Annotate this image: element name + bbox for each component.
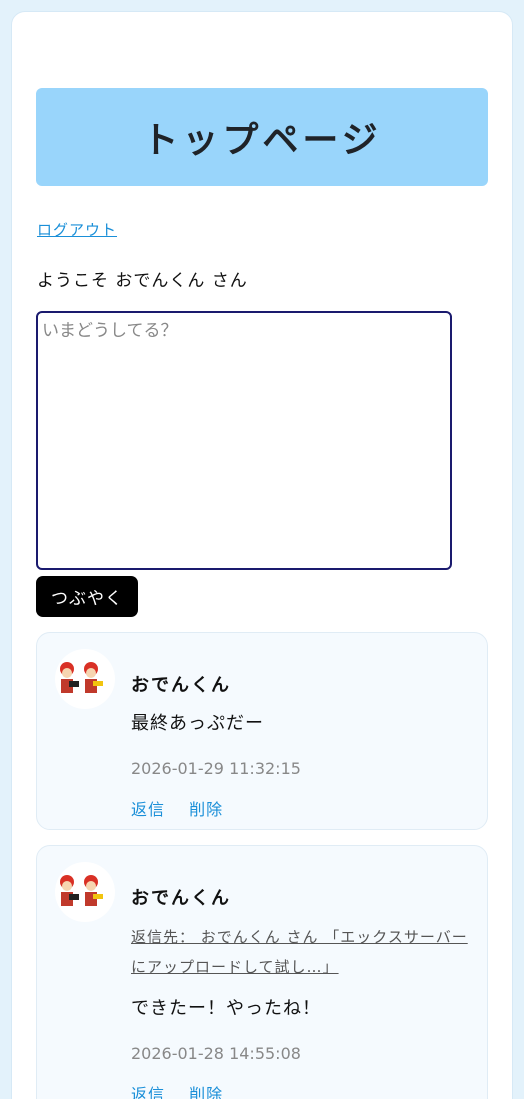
tweet-button[interactable]: つぶやく xyxy=(36,576,138,617)
post-actions: 返信 削除 xyxy=(131,796,471,820)
delete-button[interactable]: 削除 xyxy=(189,1085,223,1099)
post-content: 最終あっぷだー xyxy=(131,713,264,734)
post-username: おでんくん xyxy=(131,888,231,909)
post-actions: 返信 削除 xyxy=(131,1081,471,1099)
post-card: おでんくん 返信先： おでんくん さん 「エックスサーバーにアップロードして試し… xyxy=(36,845,488,1099)
tweet-input[interactable] xyxy=(36,311,452,570)
page-title: トップページ xyxy=(142,120,382,161)
page-header: トップページ xyxy=(36,88,488,186)
avatar xyxy=(55,649,115,709)
welcome-text: ようこそ おでんくん さん xyxy=(37,271,248,291)
reply-to-link[interactable]: 返信先： おでんくん さん 「エックスサーバーにアップロードして試し…」 xyxy=(131,922,471,982)
post-timestamp: 2026-01-28 14:55:08 xyxy=(131,1044,301,1063)
post-username: おでんくん xyxy=(131,675,231,696)
avatar-image-icon xyxy=(60,662,103,693)
post-content: できたー！やったね！ xyxy=(131,998,321,1019)
reply-button[interactable]: 返信 xyxy=(131,1085,165,1099)
logout-link[interactable]: ログアウト xyxy=(37,219,117,240)
avatar xyxy=(55,862,115,922)
post-timestamp: 2026-01-29 11:32:15 xyxy=(131,759,301,778)
avatar-image-icon xyxy=(60,875,103,906)
post-card: おでんくん 最終あっぷだー 2026-01-29 11:32:15 返信 削除 xyxy=(36,632,488,830)
reply-button[interactable]: 返信 xyxy=(131,800,165,819)
delete-button[interactable]: 削除 xyxy=(189,800,223,819)
